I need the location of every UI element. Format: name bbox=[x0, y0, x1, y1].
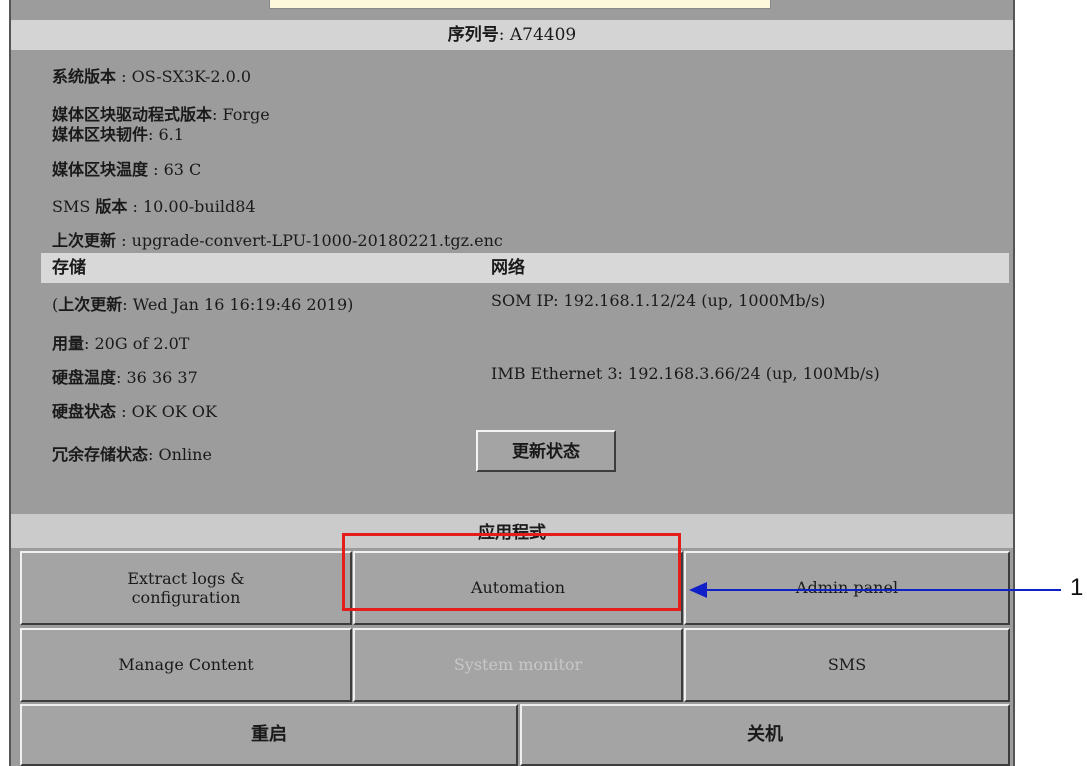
storage-last-update-value: : Wed Jan 16 16:19:46 2019) bbox=[122, 295, 354, 314]
system-version: 系统版本 : OS-SX3K-2.0.0 bbox=[52, 63, 251, 87]
media-firmware-label: 媒体区块韧件 bbox=[52, 125, 149, 144]
update-status-button[interactable]: 更新状态 bbox=[476, 430, 616, 472]
redundant-storage-status: 冗余存储状态: Online bbox=[52, 441, 212, 465]
media-temp-label: 媒体区块温度 bbox=[52, 160, 149, 179]
admin-panel-button[interactable]: Admin panel bbox=[684, 551, 1010, 625]
callout-number: 1 bbox=[1070, 574, 1084, 601]
media-block-firmware: 媒体区块韧件: 6.1 bbox=[52, 121, 184, 145]
disk-temp-value: : 36 36 37 bbox=[116, 368, 198, 387]
system-version-label: 系统版本 bbox=[52, 67, 117, 86]
redundant-label: 冗余存储状态 bbox=[52, 445, 149, 464]
storage-heading: 存储 bbox=[52, 258, 86, 278]
media-temp-value: : 63 C bbox=[148, 160, 202, 179]
shutdown-button[interactable]: 关机 bbox=[520, 704, 1010, 766]
serial-label: 序列号 bbox=[447, 25, 499, 45]
usage-label: 用量 bbox=[52, 334, 85, 353]
reboot-button[interactable]: 重启 bbox=[20, 704, 518, 766]
storage-usage: 用量: 20G of 2.0T bbox=[52, 330, 189, 354]
disk-status-label: 硬盘状态 bbox=[52, 402, 117, 421]
applications-heading-bar: 应用程式 bbox=[11, 514, 1013, 548]
network-heading: 网络 bbox=[491, 258, 525, 278]
storage-last-update: (上次更新: Wed Jan 16 16:19:46 2019) bbox=[52, 291, 353, 315]
disk-temperature: 硬盘温度: 36 36 37 bbox=[52, 364, 198, 388]
redundant-value: : Online bbox=[148, 445, 212, 464]
storage-last-update-label: 上次更新 bbox=[58, 295, 123, 314]
extract-logs-line1: Extract logs & bbox=[127, 568, 245, 588]
applications-heading: 应用程式 bbox=[478, 523, 546, 543]
extract-logs-line2: configuration bbox=[131, 588, 241, 607]
automation-button[interactable]: Automation bbox=[353, 551, 683, 625]
last-update-label: 上次更新 bbox=[52, 231, 117, 250]
extract-logs-label: Extract logs & configuration bbox=[127, 569, 244, 607]
manage-content-button[interactable]: Manage Content bbox=[20, 628, 352, 702]
imb-ethernet: IMB Ethernet 3: 192.168.3.66/24 (up, 100… bbox=[491, 364, 880, 383]
top-tab bbox=[269, 0, 771, 9]
usage-value: : 20G of 2.0T bbox=[84, 334, 190, 353]
section-header-bar: 存储 网络 bbox=[41, 253, 1009, 283]
sms-version-label: 版本 bbox=[95, 197, 128, 216]
sms-button[interactable]: SMS bbox=[684, 628, 1010, 702]
som-ip: SOM IP: 192.168.1.12/24 (up, 1000Mb/s) bbox=[491, 291, 826, 310]
callout-arrow-head-icon bbox=[689, 582, 707, 598]
sms-version-prefix: SMS bbox=[52, 197, 96, 216]
extract-logs-button[interactable]: Extract logs & configuration bbox=[20, 551, 352, 625]
last-update-value: : upgrade-convert-LPU-1000-20180221.tgz.… bbox=[116, 231, 503, 250]
serial-value: : A74409 bbox=[498, 25, 577, 45]
serial-number-bar: 序列号: A74409 bbox=[11, 20, 1013, 50]
last-update: 上次更新 : upgrade-convert-LPU-1000-20180221… bbox=[52, 227, 503, 251]
media-firmware-value: : 6.1 bbox=[148, 125, 184, 144]
system-monitor-button: System monitor bbox=[353, 628, 683, 702]
media-driver-value: : Forge bbox=[212, 105, 270, 124]
sms-version: SMS 版本 : 10.00-build84 bbox=[52, 193, 256, 217]
disk-status-value: : OK OK OK bbox=[116, 402, 217, 421]
sms-version-value: : 10.00-build84 bbox=[127, 197, 256, 216]
disk-status: 硬盘状态 : OK OK OK bbox=[52, 398, 217, 422]
disk-temp-label: 硬盘温度 bbox=[52, 368, 117, 387]
system-version-value: : OS-SX3K-2.0.0 bbox=[116, 67, 252, 86]
info-panel: 序列号: A74409 系统版本 : OS-SX3K-2.0.0 媒体区块驱动程… bbox=[9, 0, 1015, 766]
callout-arrow-line bbox=[692, 589, 1061, 591]
media-block-temperature: 媒体区块温度 : 63 C bbox=[52, 156, 201, 180]
